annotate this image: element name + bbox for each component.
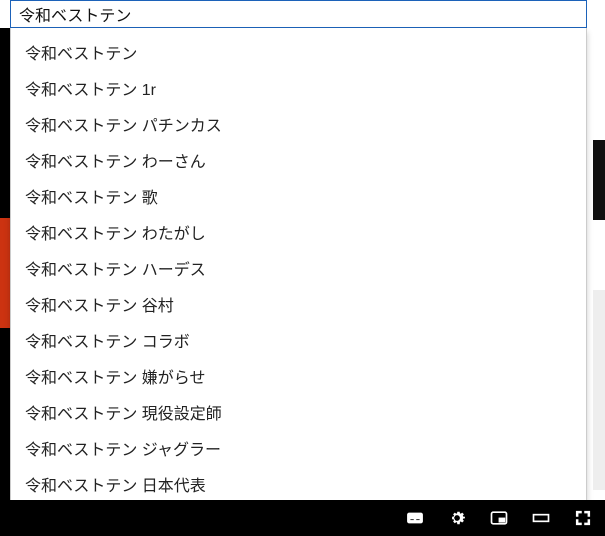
suggestion-item[interactable]: 令和ベストテン 1r xyxy=(11,70,586,106)
search-input[interactable] xyxy=(10,0,587,28)
suggestions-dropdown: 令和ベストテン 令和ベストテン 1r 令和ベストテン パチンカス 令和ベストテン… xyxy=(10,28,587,536)
sidebar-stub-dark xyxy=(593,140,605,220)
sidebar-stub-light xyxy=(593,290,605,490)
suggestion-item[interactable]: 令和ベストテン わたがし xyxy=(11,214,586,250)
search-container xyxy=(10,0,587,28)
suggestion-item[interactable]: 令和ベストテン 谷村 xyxy=(11,286,586,322)
fullscreen-icon[interactable] xyxy=(573,508,593,528)
suggestion-item[interactable]: 令和ベストテン ハーデス xyxy=(11,250,586,286)
suggestion-item[interactable]: 令和ベストテン 歌 xyxy=(11,178,586,214)
theater-icon[interactable] xyxy=(531,508,551,528)
miniplayer-icon[interactable] xyxy=(489,508,509,528)
suggestion-item[interactable]: 令和ベストテン わーさん xyxy=(11,142,586,178)
suggestion-item[interactable]: 令和ベストテン xyxy=(11,34,586,70)
suggestion-item[interactable]: 令和ベストテン 現役設定師 xyxy=(11,394,586,430)
background-strip xyxy=(0,28,10,536)
suggestion-item[interactable]: 令和ベストテン コラボ xyxy=(11,322,586,358)
suggestion-item[interactable]: 令和ベストテン ジャグラー xyxy=(11,430,586,466)
background-strip-color xyxy=(0,218,10,328)
subtitles-icon[interactable] xyxy=(405,508,425,528)
suggestion-item[interactable]: 令和ベストテン 嫌がらせ xyxy=(11,358,586,394)
video-controls-bar xyxy=(0,500,605,536)
suggestion-item[interactable]: 令和ベストテン パチンカス xyxy=(11,106,586,142)
gear-icon[interactable] xyxy=(447,508,467,528)
suggestion-item[interactable]: 令和ベストテン 日本代表 xyxy=(11,466,586,502)
